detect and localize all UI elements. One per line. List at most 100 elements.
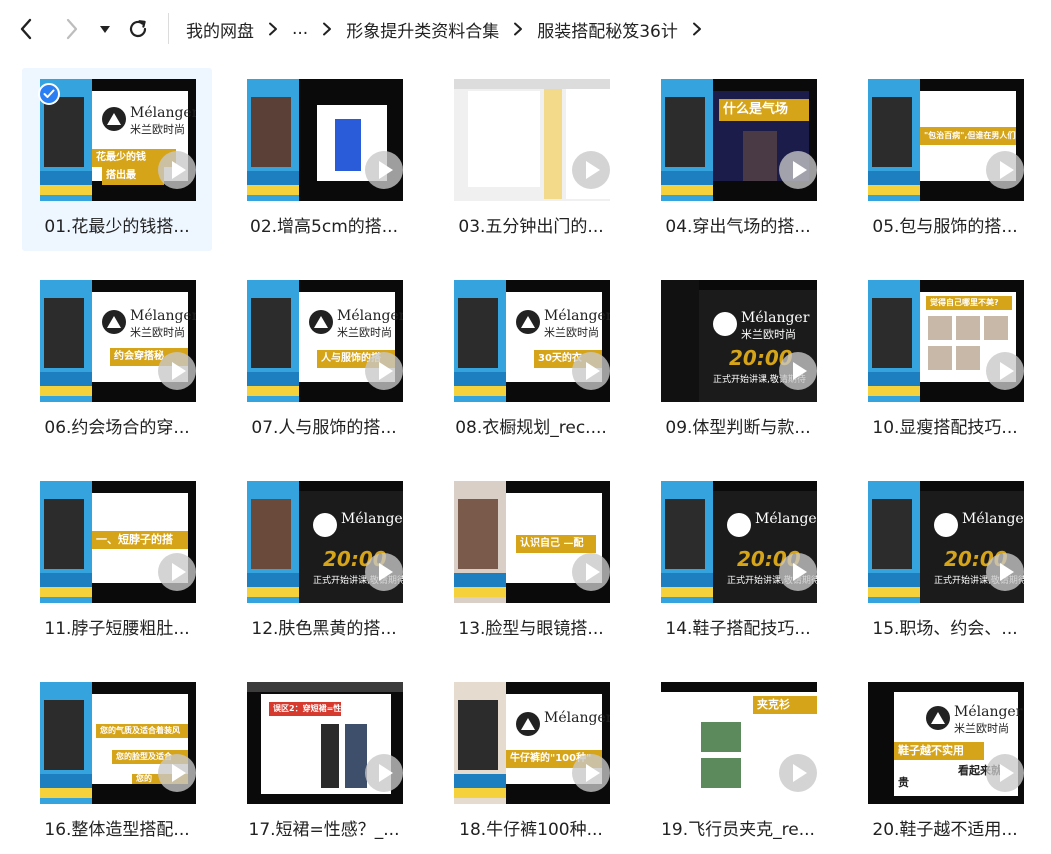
video-file-tile[interactable]: 认识自己 —配 13.脸型与眼镜搭...: [436, 470, 626, 653]
play-icon[interactable]: [986, 754, 1024, 792]
phone-panel: [40, 682, 92, 804]
play-icon[interactable]: [779, 352, 817, 390]
phone-panel: [40, 481, 92, 603]
file-name: 16.整体造型搭配...: [44, 820, 190, 840]
phone-panel: [868, 79, 920, 201]
phone-panel: [247, 481, 299, 603]
breadcrumb-expand-icon[interactable]: [692, 22, 702, 36]
play-icon[interactable]: [986, 151, 1024, 189]
video-file-tile[interactable]: 02.增高5cm的搭...: [229, 68, 419, 251]
brand-name: Mélanger: [544, 308, 610, 324]
forward-button[interactable]: [58, 15, 86, 43]
video-file-tile[interactable]: 什么是气场 04.穿出气场的搭...: [643, 68, 833, 251]
video-file-tile[interactable]: 夹克衫 19.飞行员夹克_re...: [643, 671, 833, 854]
phone-panel: [247, 79, 299, 201]
video-file-tile[interactable]: 觉得自己哪里不美? 10.显瘦搭配技巧...: [850, 269, 1040, 452]
video-file-tile[interactable]: 03.五分钟出门的...: [436, 68, 626, 251]
brand-name-cn: 米兰欧时尚: [544, 326, 599, 339]
video-file-tile[interactable]: Mélanger 米兰欧时尚 30天的衣 08.衣橱规划_rec....: [436, 269, 626, 452]
refresh-button[interactable]: [124, 15, 152, 43]
chevron-left-icon: [20, 18, 32, 40]
play-icon[interactable]: [365, 151, 403, 189]
brand-name: Mélanger: [755, 511, 817, 527]
brand-name-cn: 米兰欧时尚: [130, 326, 185, 339]
play-icon[interactable]: [158, 151, 196, 189]
brand-name: Mélanger: [341, 511, 403, 527]
video-file-tile[interactable]: 误区2：穿短裙=性感 17.短裙=性感？_...: [229, 671, 419, 854]
chevron-right-icon: [66, 18, 78, 40]
video-file-tile[interactable]: Mélanger 米兰欧时尚 约会穿搭秘 06.约会场合的穿...: [22, 269, 212, 452]
breadcrumb-current[interactable]: 服装搭配秘笈36计: [537, 17, 678, 42]
file-name: 01.花最少的钱搭...: [44, 217, 190, 237]
file-name: 08.衣橱规划_rec....: [455, 418, 607, 438]
phone-panel: [454, 682, 506, 804]
brand-logo-icon: [516, 310, 540, 334]
brand-name: Mélanger: [337, 308, 403, 324]
play-icon[interactable]: [158, 754, 196, 792]
file-name: 14.鞋子搭配技巧...: [665, 619, 811, 639]
brand-name: Mélanger: [954, 704, 1023, 720]
brand-name-cn: 米兰欧时尚: [741, 328, 796, 341]
slide-banner: 什么是气场: [719, 99, 809, 121]
video-file-tile[interactable]: Mélanger 20:00 正式开始讲课,敬请期待 12.肤色黑黄的搭...: [229, 470, 419, 653]
phone-panel: [40, 280, 92, 402]
slide-banner: 误区2：穿短裙=性感: [269, 702, 341, 716]
breadcrumb-folder[interactable]: 形象提升类资料合集: [346, 17, 499, 42]
play-icon[interactable]: [158, 553, 196, 591]
breadcrumb-collapsed[interactable]: ...: [292, 19, 308, 39]
slide-banner: 一、短脖子的搭: [92, 531, 188, 549]
slide-banner: 夹克衫: [753, 696, 817, 714]
brand-name-cn: 米兰欧时尚: [130, 123, 185, 136]
phone-panel: [868, 280, 920, 402]
play-icon[interactable]: [365, 352, 403, 390]
video-file-tile[interactable]: 您的气质及适合着装风 您的脸型及适合 您的 16.整体造型搭配...: [22, 671, 212, 854]
play-icon[interactable]: [779, 151, 817, 189]
file-name: 12.肤色黑黄的搭...: [251, 619, 397, 639]
play-icon[interactable]: [572, 754, 610, 792]
play-icon[interactable]: [779, 754, 817, 792]
phone-panel: [868, 481, 920, 603]
play-icon[interactable]: [779, 553, 817, 591]
video-file-tile[interactable]: Mélanger 米兰欧时尚 人与服饰的搭 07.人与服饰的搭...: [229, 269, 419, 452]
play-icon[interactable]: [572, 151, 610, 189]
phone-panel: [247, 280, 299, 402]
video-file-tile[interactable]: "包治百病",但谁在男人们眼中... 05.包与服饰的搭...: [850, 68, 1040, 251]
slide-banner: 认识自己 —配: [516, 535, 596, 553]
slide-banner: 搭出最: [102, 167, 164, 185]
video-file-tile[interactable]: Mélanger 20:00 正式开始讲课,敬请期待 14.鞋子搭配技巧...: [643, 470, 833, 653]
play-icon[interactable]: [986, 553, 1024, 591]
slide-banner: 鞋子越不实用: [894, 742, 984, 760]
play-icon[interactable]: [572, 352, 610, 390]
history-dropdown-button[interactable]: [94, 15, 116, 43]
file-name: 03.五分钟出门的...: [458, 217, 604, 237]
back-button[interactable]: [12, 15, 40, 43]
brand-name: Mélanger: [130, 308, 196, 324]
checkmark-icon[interactable]: [38, 83, 60, 105]
video-file-tile[interactable]: 一、短脖子的搭 11.脖子短腰粗肚...: [22, 470, 212, 653]
video-file-tile[interactable]: Mélanger 米兰欧时尚 20:00 正式开始讲课,敬请期待 09.体型判断…: [643, 269, 833, 452]
play-icon[interactable]: [572, 553, 610, 591]
video-file-tile[interactable]: Mélanger 牛仔裤的"100种" 18.牛仔裤100种...: [436, 671, 626, 854]
breadcrumb-separator-icon: [268, 22, 278, 36]
video-file-tile[interactable]: Mélanger 20:00 正式开始讲课,敬请期待 15.职场、约会、...: [850, 470, 1040, 653]
video-file-tile[interactable]: Mélanger 米兰欧时尚 鞋子越不实用 看起来就 贵 20.鞋子越不适用..…: [850, 671, 1040, 854]
breadcrumb-separator-icon: [513, 22, 523, 36]
brand-logo-icon: [516, 712, 540, 736]
brand-logo-icon: [713, 312, 737, 336]
brand-name: Mélanger: [962, 511, 1024, 527]
play-icon[interactable]: [365, 553, 403, 591]
file-name: 13.脸型与眼镜搭...: [458, 619, 604, 639]
file-name: 17.短裙=性感？_...: [248, 820, 400, 840]
file-name: 02.增高5cm的搭...: [250, 217, 398, 237]
play-icon[interactable]: [986, 352, 1024, 390]
slide-banner: "包治百病",但谁在男人们眼中...: [920, 127, 1016, 145]
play-icon[interactable]: [158, 352, 196, 390]
video-file-tile[interactable]: Mélanger 米兰欧时尚 花最少的钱 搭出最 01.花最少的钱搭...: [22, 68, 212, 251]
play-icon[interactable]: [365, 754, 403, 792]
brand-logo-icon: [934, 513, 958, 537]
phone-panel: [454, 481, 506, 603]
file-name: 19.飞行员夹克_re...: [661, 820, 815, 840]
file-name: 10.显瘦搭配技巧...: [872, 418, 1018, 438]
breadcrumb-root[interactable]: 我的网盘: [186, 17, 254, 42]
brand-logo-icon: [309, 310, 333, 334]
